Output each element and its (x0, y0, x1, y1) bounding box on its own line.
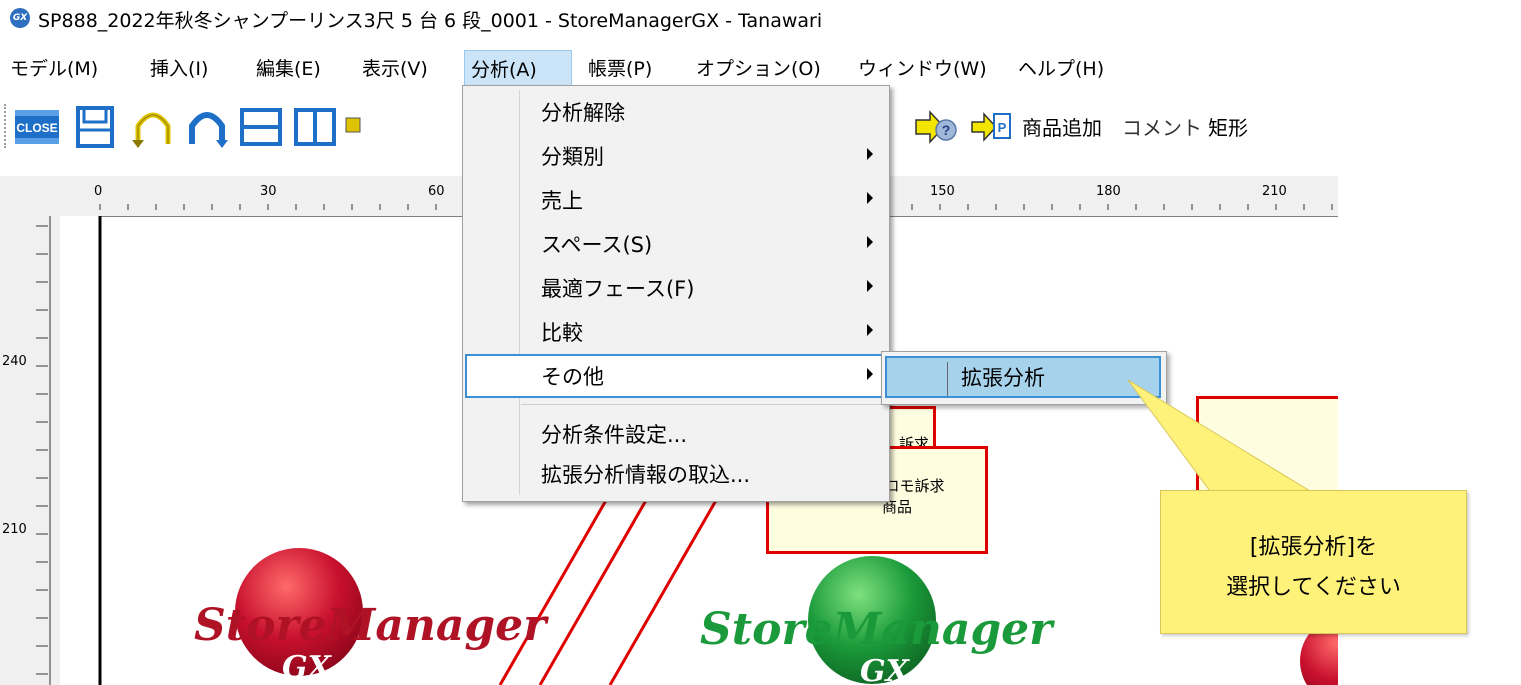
ruler-label: 210 (1262, 184, 1287, 199)
menu-item-label: 分析解除 (541, 101, 625, 125)
logo-subtext: GX (860, 654, 909, 685)
help-arrow-button[interactable]: ? (912, 104, 958, 150)
app-icon: GX (10, 8, 30, 28)
svg-text:CLOSE: CLOSE (16, 121, 57, 135)
split-horizontal-icon (240, 108, 282, 146)
menu-item-sales[interactable]: 売上 (465, 178, 885, 222)
product-arrow-button[interactable]: P (968, 104, 1014, 150)
partial-tool-button[interactable] (344, 104, 362, 150)
ruler-label: 150 (930, 184, 955, 199)
menu-window[interactable]: ウィンドウ(W) (852, 50, 993, 88)
svg-text:?: ? (942, 122, 951, 138)
instruction-callout: [拡張分析]を 選択してください (1160, 490, 1467, 634)
redo-arch-icon (189, 112, 228, 148)
undo-button[interactable] (130, 104, 176, 150)
callout-line: [拡張分析]を (1249, 535, 1378, 560)
menu-item-optimal-face[interactable]: 最適フェース(F) (465, 266, 885, 310)
submenu-gutter-separator (947, 362, 948, 396)
menu-insert[interactable]: 挿入(I) (144, 50, 214, 88)
menu-item-label: 分析条件設定... (541, 423, 688, 447)
menu-separator (521, 404, 883, 405)
split-vertical-button[interactable] (292, 104, 338, 150)
title-bar: GX SP888_2022年秋冬シャンプーリンス3尺 5 台 6 段_0001 … (0, 0, 1521, 36)
partial-tool-icon (345, 117, 361, 133)
submenu-arrow-icon (867, 236, 873, 248)
menu-item-label: 最適フェース(F) (541, 277, 695, 301)
menu-item-compare[interactable]: 比較 (465, 310, 885, 354)
window-title: SP888_2022年秋冬シャンプーリンス3尺 5 台 6 段_0001 - S… (38, 10, 823, 32)
submenu-arrow-icon (867, 324, 873, 336)
ruler-label: 60 (428, 184, 445, 199)
undo-arch-icon (132, 112, 171, 148)
ruler-label: 240 (2, 354, 27, 369)
arrow-product-icon: P (971, 112, 1011, 142)
toolbar-grip[interactable] (4, 104, 9, 148)
menu-item-label: 拡張分析情報の取込... (541, 463, 751, 487)
arrow-question-icon: ? (915, 110, 957, 144)
menu-view[interactable]: 表示(V) (356, 50, 434, 88)
redo-button[interactable] (184, 104, 230, 150)
menu-item-other[interactable]: その他 (465, 354, 885, 398)
menu-item-label: 比較 (541, 321, 583, 345)
submenu-arrow-icon (867, 148, 873, 160)
menu-item-import-extended-analysis[interactable]: 拡張分析情報の取込... (465, 452, 885, 496)
callout-line: 選択してください (1226, 575, 1401, 600)
menu-item-by-category[interactable]: 分類別 (465, 134, 885, 178)
logo-subtext: GX (282, 650, 331, 685)
submenu-arrow-icon (867, 368, 873, 380)
menu-item-label: 売上 (541, 189, 583, 213)
ruler-label: 30 (260, 184, 277, 199)
analysis-dropdown-menu: 分析解除 分類別 売上 スペース(S) 最適フェース(F) 比較 その他 分析条… (462, 85, 890, 502)
left-ruler: 240 210 (0, 216, 60, 685)
menu-item-analysis-settings[interactable]: 分析条件設定... (465, 412, 885, 456)
menu-report[interactable]: 帳票(P) (582, 50, 658, 88)
menu-item-clear-analysis[interactable]: 分析解除 (465, 90, 885, 134)
close-icon: CLOSE (15, 110, 59, 144)
ruler-label: 0 (94, 184, 103, 199)
menu-item-label: 分類別 (541, 145, 604, 169)
svg-text:P: P (998, 120, 1007, 135)
ruler-label: 180 (1096, 184, 1121, 199)
comment-button[interactable]: コメント (1122, 112, 1202, 141)
logo-text: StoreManager (700, 604, 1053, 655)
menu-options[interactable]: オプション(O) (690, 50, 827, 88)
ruler-label: 210 (2, 522, 27, 537)
menu-item-label: スペース(S) (541, 233, 653, 257)
menu-item-label: その他 (541, 365, 604, 389)
menu-help[interactable]: ヘルプ(H) (1012, 50, 1110, 88)
close-button[interactable]: CLOSE (14, 104, 60, 150)
split-vertical-icon (294, 108, 336, 146)
menu-item-label: 拡張分析 (961, 366, 1045, 390)
submenu-arrow-icon (867, 192, 873, 204)
submenu-arrow-icon (867, 280, 873, 292)
rect-button[interactable]: 矩形 (1208, 112, 1248, 141)
menu-edit[interactable]: 編集(E) (250, 50, 327, 88)
logo-text: StoreManager (194, 600, 547, 651)
save-icon (76, 106, 114, 148)
menu-model[interactable]: モデル(M) (4, 50, 104, 88)
save-button[interactable] (72, 104, 118, 150)
add-product-button[interactable]: 商品追加 (1022, 112, 1102, 141)
split-horizontal-button[interactable] (238, 104, 284, 150)
menu-item-space[interactable]: スペース(S) (465, 222, 885, 266)
menu-analysis[interactable]: 分析(A) (464, 50, 572, 88)
